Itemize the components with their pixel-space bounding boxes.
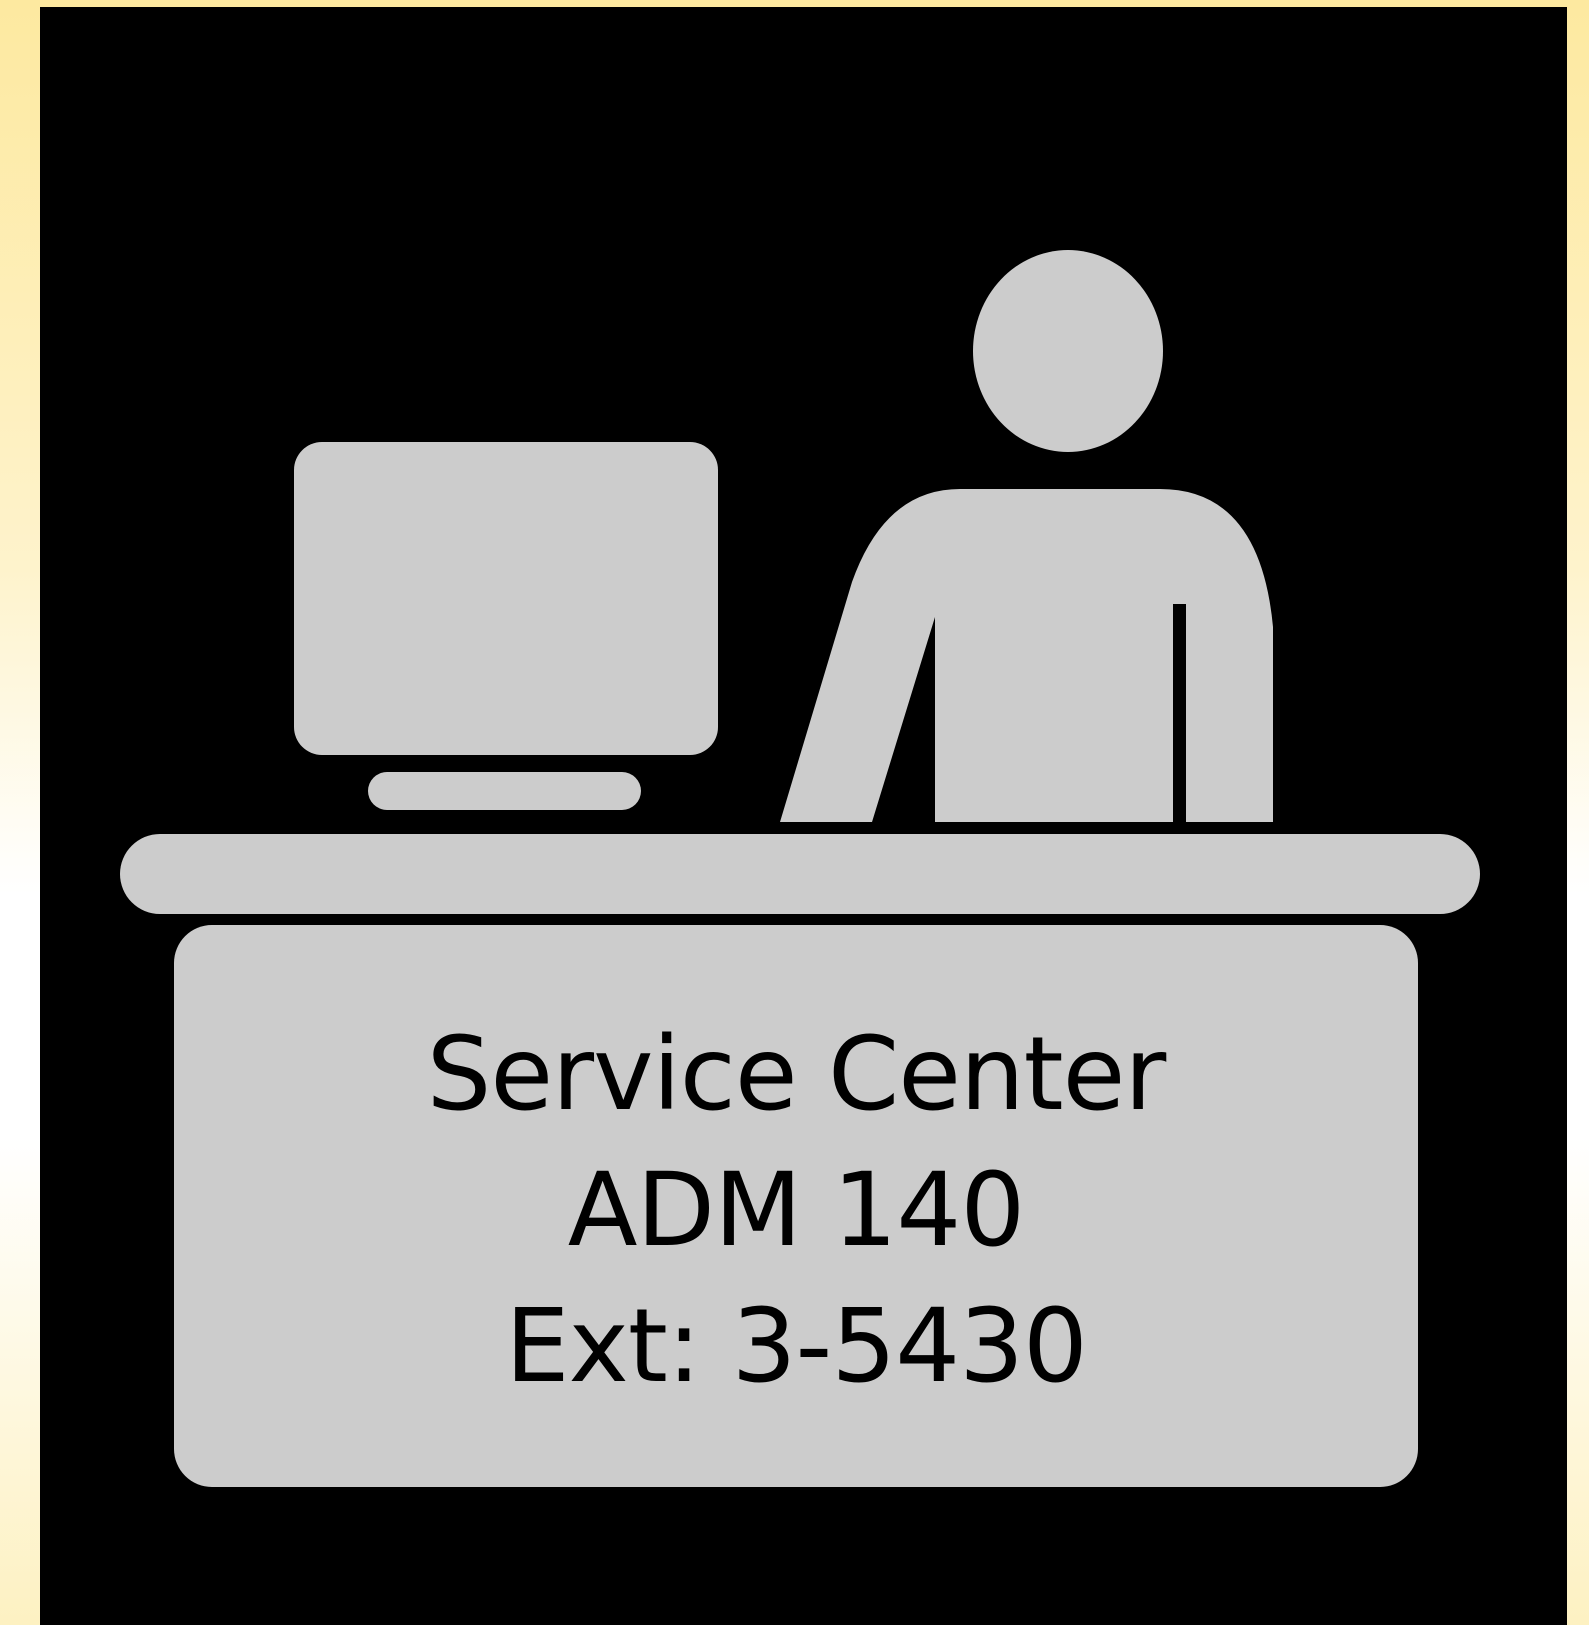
person-icon xyxy=(780,250,1273,822)
phone-extension: Ext: 3-5430 xyxy=(505,1287,1088,1406)
keyboard-icon xyxy=(368,772,641,810)
sign-text: Service Center ADM 140 Ext: 3-5430 xyxy=(174,1007,1418,1415)
sign-title: Service Center xyxy=(426,1015,1167,1134)
sign-panel: Service Center ADM 140 Ext: 3-5430 xyxy=(40,7,1567,1625)
computer-monitor-icon xyxy=(294,442,718,755)
room-number: ADM 140 xyxy=(567,1151,1025,1270)
